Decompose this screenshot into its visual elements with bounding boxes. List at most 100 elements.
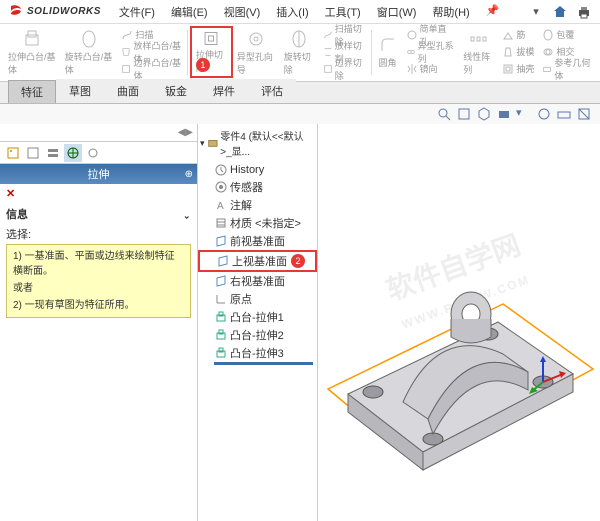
rib-button[interactable]: 筋 — [498, 26, 538, 43]
menu-view[interactable]: 视图(V) — [218, 2, 267, 22]
chevron-up-icon[interactable]: ⌃ — [183, 209, 191, 220]
menu-insert[interactable]: 插入(I) — [270, 2, 314, 22]
menu-edit[interactable]: 编辑(E) — [165, 2, 214, 22]
boundary-button[interactable]: 边界凸台/基体 — [117, 60, 185, 77]
zoom-fit-icon[interactable] — [436, 106, 452, 122]
config-tab-icon[interactable] — [44, 144, 62, 162]
scene-icon[interactable] — [556, 106, 572, 122]
shell-button[interactable]: 抽壳 — [498, 60, 538, 77]
tab-sketch[interactable]: 草图 — [56, 79, 104, 103]
menu-tools[interactable]: 工具(T) — [319, 2, 367, 22]
panel-title-bar: 拉伸 ⊕ — [0, 164, 197, 184]
info-section: 信息⌃ 选择: 1) 一基准面、平面或边线来绘制特征横断面。 或者 2) 一现有… — [0, 202, 197, 322]
property-tab-icon[interactable] — [24, 144, 42, 162]
hole-wizard-button[interactable]: 异型孔向导 — [233, 26, 280, 78]
app-logo: SOLIDWORKS — [8, 4, 101, 20]
part-icon — [207, 136, 219, 150]
tree-root-label: 零件4 (默认<<默认>_显... — [220, 128, 315, 158]
panel-flyout-icon[interactable]: ◀▶ — [178, 127, 193, 138]
tree-extrude3[interactable]: 凸台-拉伸3 — [198, 344, 317, 362]
tree-origin[interactable]: 原点 — [198, 290, 317, 308]
menu-file[interactable]: 文件(F) — [113, 2, 161, 22]
revolve-boss-label: 旋转凸台/基体 — [65, 50, 114, 76]
graphics-viewport[interactable]: 软件自学网 WWW.RJZXW.COM — [318, 124, 600, 521]
tree-extrude1[interactable]: 凸台-拉伸1 — [198, 308, 317, 326]
hole-wizard-label: 异型孔向导 — [237, 50, 276, 76]
panel-title: 拉伸 — [88, 166, 110, 182]
hole-series-button[interactable]: 异型孔系列 — [402, 43, 460, 60]
expand-icon[interactable]: ▾ — [200, 138, 205, 149]
model-render — [318, 174, 600, 514]
home-icon[interactable] — [552, 4, 568, 20]
rollback-bar[interactable] — [214, 362, 313, 365]
callout-1-icon: 1 — [196, 58, 210, 72]
tree-annotations[interactable]: A注解 — [198, 196, 317, 214]
info-header: 信息 — [6, 206, 28, 222]
tree-root[interactable]: ▾ 零件4 (默认<<默认>_显... — [198, 124, 317, 162]
lpattern-label: 线性阵列 — [463, 50, 494, 76]
flyout-tree: ▾ 零件4 (默认<<默认>_显... History 传感器 A注解 材质 <… — [198, 124, 318, 521]
title-bar: SOLIDWORKS 文件(F) 编辑(E) 视图(V) 插入(I) 工具(T)… — [0, 0, 600, 24]
refgeo-button[interactable]: 参考几何体 — [538, 60, 596, 77]
main-area: ◀▶ 拉伸 ⊕ ✕ 信息⌃ 选择: 1) 一基准面、平面或边线来绘制特征横断面。… — [0, 124, 600, 521]
instruction-2: 2) 一现有草图为特征所用。 — [13, 298, 184, 313]
origin-triad-icon — [528, 354, 568, 394]
draft-button[interactable]: 拔模 — [498, 43, 538, 60]
instruction-box: 1) 一基准面、平面或边线来绘制特征横断面。 或者 2) 一现有草图为特征所用。 — [6, 244, 191, 318]
tree-sensors[interactable]: 传感器 — [198, 178, 317, 196]
tab-evaluate[interactable]: 评估 — [248, 79, 296, 103]
menu-help[interactable]: 帮助(H) — [426, 2, 475, 22]
callout-2-icon: 2 — [291, 254, 305, 268]
heads-up-toolbar: ▾ — [0, 104, 600, 124]
view-orientation-icon[interactable] — [476, 106, 492, 122]
tree-material[interactable]: 材质 <未指定> — [198, 214, 317, 232]
pin-icon[interactable]: ⊕ — [185, 169, 193, 180]
panel-close-row: ✕ — [0, 184, 197, 202]
panel-tab-strip: ◀▶ — [0, 124, 197, 142]
display-tab-icon[interactable] — [84, 144, 102, 162]
display-style-icon[interactable] — [496, 106, 512, 122]
tab-weldment[interactable]: 焊件 — [200, 79, 248, 103]
appearance-icon[interactable] — [536, 106, 552, 122]
svg-text:A: A — [217, 201, 224, 212]
tab-sheetmetal[interactable]: 钣金 — [152, 79, 200, 103]
tree-extrude2[interactable]: 凸台-拉伸2 — [198, 326, 317, 344]
fillet-button[interactable]: 圆角 — [374, 26, 402, 78]
tab-features[interactable]: 特征 — [8, 80, 56, 103]
solidworks-icon — [8, 4, 24, 20]
menu-pin-icon[interactable]: 📌 — [480, 2, 506, 22]
revolve-cut-label: 旋转切除 — [284, 50, 315, 76]
app-name: SOLIDWORKS — [27, 6, 101, 17]
revolve-boss-button[interactable]: 旋转凸台/基体 — [61, 26, 118, 78]
ribbon-toolbar: 拉伸凸台/基体 旋转凸台/基体 扫描 放样凸台/基体 边界凸台/基体 拉伸切除 … — [0, 24, 600, 82]
command-tabs: 特征 草图 曲面 钣金 焊件 评估 — [0, 82, 600, 104]
linear-pattern-button[interactable]: 线性阵列 — [459, 26, 498, 78]
boundary-cut-button[interactable]: 边界切除 — [319, 60, 369, 77]
instruction-or: 或者 — [13, 281, 184, 296]
titlebar-actions: ▾ — [528, 4, 592, 20]
hide-show-icon[interactable]: ▾ — [516, 106, 532, 122]
print-icon[interactable] — [576, 4, 592, 20]
new-doc-icon[interactable]: ▾ — [528, 4, 544, 20]
extrude-boss-button[interactable]: 拉伸凸台/基体 — [4, 26, 61, 78]
menu-window[interactable]: 窗口(W) — [371, 2, 423, 22]
dimxpert-tab-icon[interactable] — [64, 144, 82, 162]
panel-icon-row — [0, 142, 197, 164]
feature-manager-panel: ◀▶ 拉伸 ⊕ ✕ 信息⌃ 选择: 1) 一基准面、平面或边线来绘制特征横断面。… — [0, 124, 198, 521]
instruction-1: 1) 一基准面、平面或边线来绘制特征横断面。 — [13, 249, 184, 279]
tree-history[interactable]: History — [198, 162, 317, 178]
tab-surface[interactable]: 曲面 — [104, 79, 152, 103]
mirror-button[interactable]: 镜向 — [402, 60, 460, 77]
revolve-cut-button[interactable]: 旋转切除 — [280, 26, 319, 78]
feature-tree-tab-icon[interactable] — [4, 144, 22, 162]
wrap-button[interactable]: 包覆 — [538, 26, 596, 43]
close-icon[interactable]: ✕ — [6, 187, 15, 200]
zoom-area-icon[interactable] — [456, 106, 472, 122]
extrude-boss-label: 拉伸凸台/基体 — [8, 50, 57, 76]
extrude-cut-button[interactable]: 拉伸切除 1 — [190, 26, 233, 78]
tree-right-plane[interactable]: 右视基准面 — [198, 272, 317, 290]
tree-top-plane[interactable]: 上视基准面2 — [198, 250, 317, 272]
section-icon[interactable] — [576, 106, 592, 122]
fillet-label: 圆角 — [379, 56, 397, 69]
tree-front-plane[interactable]: 前视基准面 — [198, 232, 317, 250]
